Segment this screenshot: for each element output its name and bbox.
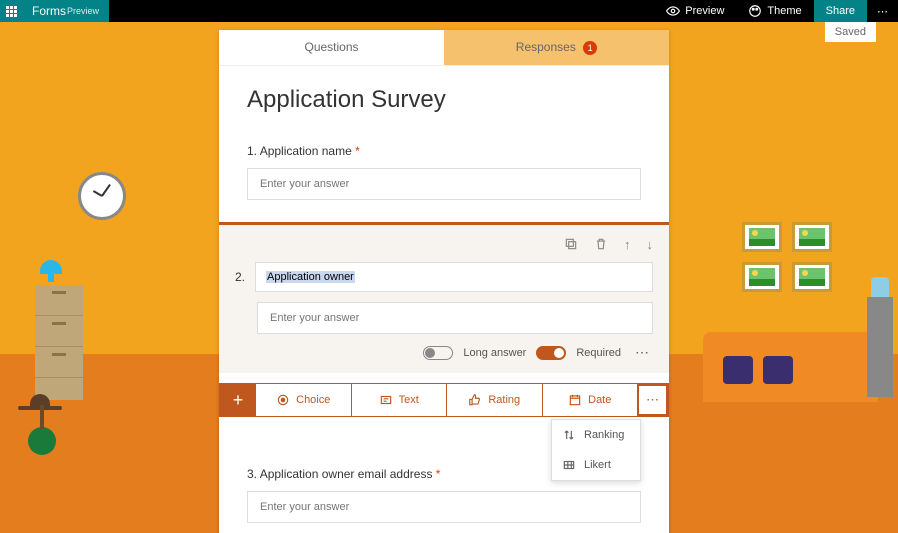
form-tabs: Questions Responses 1 [219,30,669,66]
ranking-label: Ranking [584,429,624,441]
add-choice-label: Choice [296,394,330,406]
grid-icon [562,458,576,472]
ranking-icon [562,428,576,442]
question-2-title-input[interactable]: Application owner [255,262,653,292]
theme-label: Theme [767,5,801,17]
move-up-button[interactable]: ↑ [624,237,631,254]
question-1[interactable]: 1. Application name * [247,144,641,200]
question-2-selected[interactable]: ↑ ↓ 2. Application owner Long answer Req… [219,222,669,373]
delete-question-button[interactable] [594,237,608,254]
add-text-button[interactable]: Text [352,384,448,416]
palette-icon [748,4,762,18]
app-name-label: Forms [32,4,66,18]
required-toggle[interactable] [536,346,566,360]
add-choice-button[interactable]: Choice [256,384,352,416]
long-answer-toggle[interactable] [423,346,453,360]
add-rating-label: Rating [488,394,520,406]
add-likert-button[interactable]: Likert [552,450,640,480]
add-rating-button[interactable]: Rating [447,384,543,416]
required-label: Required [576,347,621,359]
ellipsis-icon: ⋯ [877,5,888,18]
tab-questions-label: Questions [304,40,358,54]
theme-button[interactable]: Theme [736,0,813,22]
move-down-button[interactable]: ↓ [647,237,654,254]
tab-responses[interactable]: Responses 1 [444,30,669,65]
thumbs-up-icon [468,393,482,407]
copy-question-button[interactable] [564,237,578,254]
more-types-dropdown: Ranking Likert [551,419,641,481]
share-button[interactable]: Share [814,0,867,22]
app-name: FormsPreview [22,0,109,22]
form-title[interactable]: Application Survey [247,86,641,114]
waffle-icon [6,6,17,17]
question-3-input[interactable] [247,491,641,523]
more-button[interactable]: ⋯ [867,0,898,22]
radio-icon [276,393,290,407]
question-1-label: 1. Application name * [247,144,641,158]
add-text-label: Text [399,394,419,406]
tab-responses-label: Responses [516,40,576,54]
add-question-button[interactable]: + [220,384,256,416]
add-more-types-button[interactable]: ⋯ [638,384,668,416]
form-card: Questions Responses 1 Application Survey… [219,30,669,533]
preview-button[interactable]: Preview [654,0,736,22]
eye-icon [666,4,680,18]
add-ranking-button[interactable]: Ranking [552,420,640,450]
long-answer-label: Long answer [463,347,526,359]
form-scroll-region[interactable]: Questions Responses 1 Application Survey… [0,22,888,533]
app-preview-badge: Preview [67,6,99,16]
share-label: Share [826,5,855,17]
question-1-input[interactable] [247,168,641,200]
question-2-number: 2. [235,270,245,284]
add-date-label: Date [588,394,611,406]
calendar-icon [568,393,582,407]
add-question-bar: + Choice Text Rating Date ⋯ [219,383,669,417]
question-toolbar: ↑ ↓ [235,235,653,262]
question-2-input[interactable] [257,302,653,334]
question-more-button[interactable]: ⋯ [631,344,653,361]
app-launcher-button[interactable] [0,0,22,22]
add-date-button[interactable]: Date [543,384,639,416]
top-bar: FormsPreview Preview Theme Share ⋯ [0,0,898,22]
likert-label: Likert [584,459,611,471]
tab-questions[interactable]: Questions [219,30,444,65]
text-icon [379,393,393,407]
responses-count-badge: 1 [583,41,597,55]
preview-label: Preview [685,5,724,17]
